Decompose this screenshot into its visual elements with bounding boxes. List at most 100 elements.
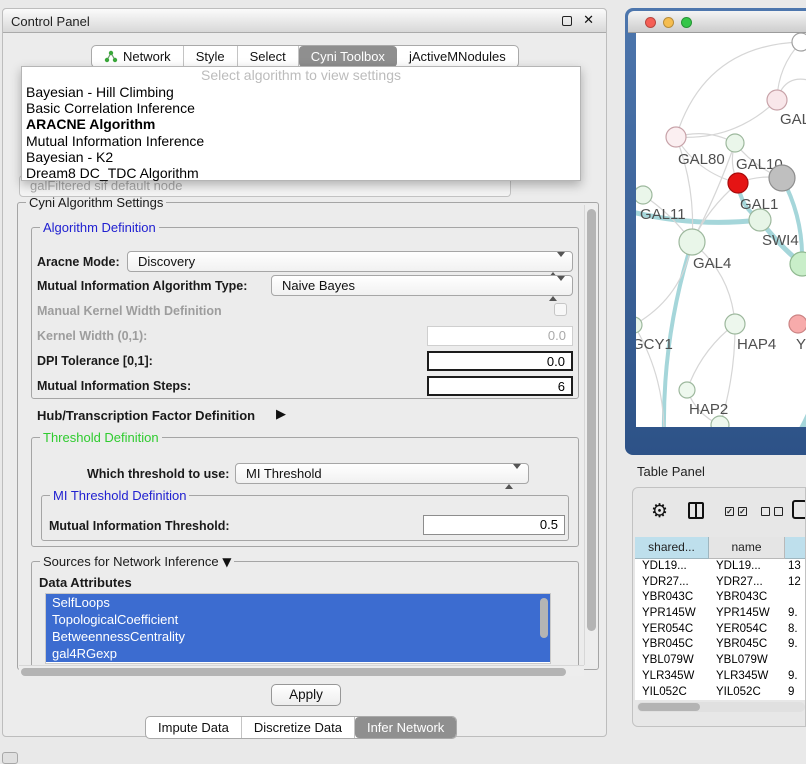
network-node-gal1[interactable] [728, 173, 748, 193]
checked-checkbox-icon[interactable]: ✓ [738, 507, 747, 516]
table-row[interactable]: YBR045CYBR045C9. [635, 637, 806, 653]
algorithm-option[interactable]: Bayesian - K2 [22, 149, 580, 165]
float-window-icon[interactable] [562, 16, 572, 26]
kernel-width-field[interactable]: 0.0 [427, 326, 573, 346]
network-node[interactable] [792, 33, 806, 51]
corner-button[interactable] [2, 752, 18, 764]
tab-jactivemnodules[interactable]: jActiveMNodules [397, 46, 518, 67]
tab-select-label: Select [250, 49, 286, 64]
table-cell: 9. [785, 637, 806, 653]
column-header-name[interactable]: name [709, 537, 785, 559]
aracne-mode-label: Aracne Mode: [37, 255, 120, 269]
settings-vscroll-thumb[interactable] [587, 209, 596, 631]
close-icon[interactable]: ✕ [583, 13, 594, 28]
table-row[interactable]: YBL079WYBL079W [635, 653, 806, 669]
unchecked-checkbox-icon[interactable] [761, 507, 770, 516]
expanded-arrow-icon[interactable]: ▼ [222, 555, 231, 569]
tab-network[interactable]: Network [92, 46, 184, 67]
network-node[interactable] [769, 165, 795, 191]
settings-hscroll-thumb[interactable] [21, 668, 566, 676]
settings-vscroll-track[interactable] [584, 205, 597, 665]
data-attributes-list[interactable]: SelfLoopsTopologicalCoefficientBetweenne… [45, 593, 551, 664]
attributes-scrollbar-thumb[interactable] [540, 598, 548, 638]
gear-icon[interactable]: ⚙ [651, 500, 668, 522]
table-row[interactable]: YBR043CYBR043C [635, 590, 806, 606]
tab-select[interactable]: Select [238, 46, 299, 67]
algorithm-option[interactable]: Basic Correlation Inference [22, 100, 580, 116]
network-node-swi4[interactable] [749, 209, 771, 231]
table-body: YDL19...YDL19...13YDR27...YDR27...12YBR0… [635, 559, 806, 700]
hub-definition-label[interactable]: Hub/Transcription Factor Definition [37, 408, 255, 423]
control-panel-title: Control Panel [11, 14, 90, 29]
network-edge-thick [664, 242, 692, 427]
algorithm-option[interactable]: ARACNE Algorithm [22, 116, 580, 132]
apply-button[interactable]: Apply [271, 684, 341, 706]
data-attribute-item[interactable]: BetweennessCentrality [46, 628, 550, 645]
table-hscroll-track[interactable] [637, 702, 805, 712]
table-row[interactable]: YDL19...YDL19...13 [635, 559, 806, 575]
table-cell: YDL19... [635, 559, 709, 575]
aracne-mode-value: Discovery [138, 254, 195, 269]
algorithm-option[interactable]: Mutual Information Inference [22, 133, 580, 149]
network-node-gal4[interactable] [679, 229, 705, 255]
network-icon [104, 50, 118, 63]
table-cell [785, 590, 806, 606]
mi-threshold-field[interactable]: 0.5 [423, 515, 565, 535]
data-attribute-item[interactable]: SelfLoops [46, 594, 550, 611]
settings-hscroll-track[interactable] [19, 665, 584, 676]
network-graph: GALGAL80GAL10GAL1GAL11SWI4GAL4GCY1HAP4YH… [636, 33, 806, 427]
tab-style[interactable]: Style [184, 46, 238, 67]
table-hscroll-thumb[interactable] [638, 703, 700, 711]
dpi-tolerance-field[interactable]: 0.0 [427, 351, 573, 371]
network-node-hap4[interactable] [725, 314, 745, 334]
table-row[interactable]: YPR145WYPR145W9. [635, 606, 806, 622]
page-icon[interactable] [792, 500, 806, 519]
collapsed-arrow-icon[interactable]: ▶ [276, 407, 286, 422]
table-cell: YPR145W [635, 606, 709, 622]
column-header-third[interactable] [785, 537, 806, 559]
table-row[interactable]: YDR27...YDR27...12 [635, 575, 806, 591]
table-row[interactable]: YER054CYER054C8. [635, 622, 806, 638]
network-window-titlebar[interactable] [628, 11, 806, 33]
tab-discretize-data[interactable]: Discretize Data [242, 717, 355, 738]
algorithm-option[interactable]: Bayesian - Hill Climbing [22, 84, 580, 100]
network-node-hap2[interactable] [679, 382, 695, 398]
network-node-gcy1[interactable] [636, 317, 642, 333]
control-panel-titlebar[interactable]: Control Panel ✕ [3, 9, 606, 33]
network-node-gal11[interactable] [636, 186, 652, 204]
data-attribute-item[interactable]: TopologicalCoefficient [46, 611, 550, 628]
zoom-traffic-light-icon[interactable] [681, 17, 692, 28]
checked-checkbox-icon[interactable]: ✓ [725, 507, 734, 516]
network-node-y[interactable] [789, 315, 806, 333]
unchecked-checkbox-icon[interactable] [774, 507, 783, 516]
algorithm-option[interactable]: Dream8 DC_TDC Algorithm [22, 165, 580, 181]
network-node-gal80[interactable] [666, 127, 686, 147]
tab-impute-data[interactable]: Impute Data [146, 717, 242, 738]
data-attribute-item[interactable]: gal4RGexp [46, 645, 550, 662]
manual-kernel-checkbox[interactable] [554, 303, 567, 316]
tab-cyni-toolbox[interactable]: Cyni Toolbox [299, 46, 397, 67]
data-attributes-label: Data Attributes [39, 575, 132, 590]
aracne-mode-combo[interactable]: Discovery [127, 251, 573, 272]
node-label: GAL11 [640, 206, 686, 223]
table-cell: YER054C [635, 622, 709, 638]
column-header-shared[interactable]: shared... [635, 537, 709, 559]
tab-infer-network[interactable]: Infer Network [355, 717, 456, 738]
mi-type-combo[interactable]: Naive Bayes [271, 275, 573, 296]
table-row[interactable]: YLR345WYLR345W9. [635, 669, 806, 685]
algorithm-placeholder: Select algorithm to view settings [22, 67, 580, 84]
minimize-traffic-light-icon[interactable] [663, 17, 674, 28]
split-columns-icon[interactable] [688, 502, 704, 519]
network-node-gal[interactable] [767, 90, 787, 110]
network-edge-thin [676, 100, 777, 137]
table-cell: YBL079W [635, 653, 709, 669]
sources-legend-text: Sources for Network Inference [43, 554, 219, 569]
network-node-gal10[interactable] [726, 134, 744, 152]
node-label: GCY1 [636, 336, 673, 353]
which-threshold-combo[interactable]: MI Threshold [235, 463, 529, 484]
table-row[interactable]: YIL052CYIL052C9 [635, 685, 806, 701]
close-traffic-light-icon[interactable] [645, 17, 656, 28]
network-canvas[interactable]: GALGAL80GAL10GAL1GAL11SWI4GAL4GCY1HAP4YH… [636, 33, 806, 427]
mi-steps-field[interactable]: 6 [427, 376, 573, 396]
stepper-icon [549, 279, 565, 298]
